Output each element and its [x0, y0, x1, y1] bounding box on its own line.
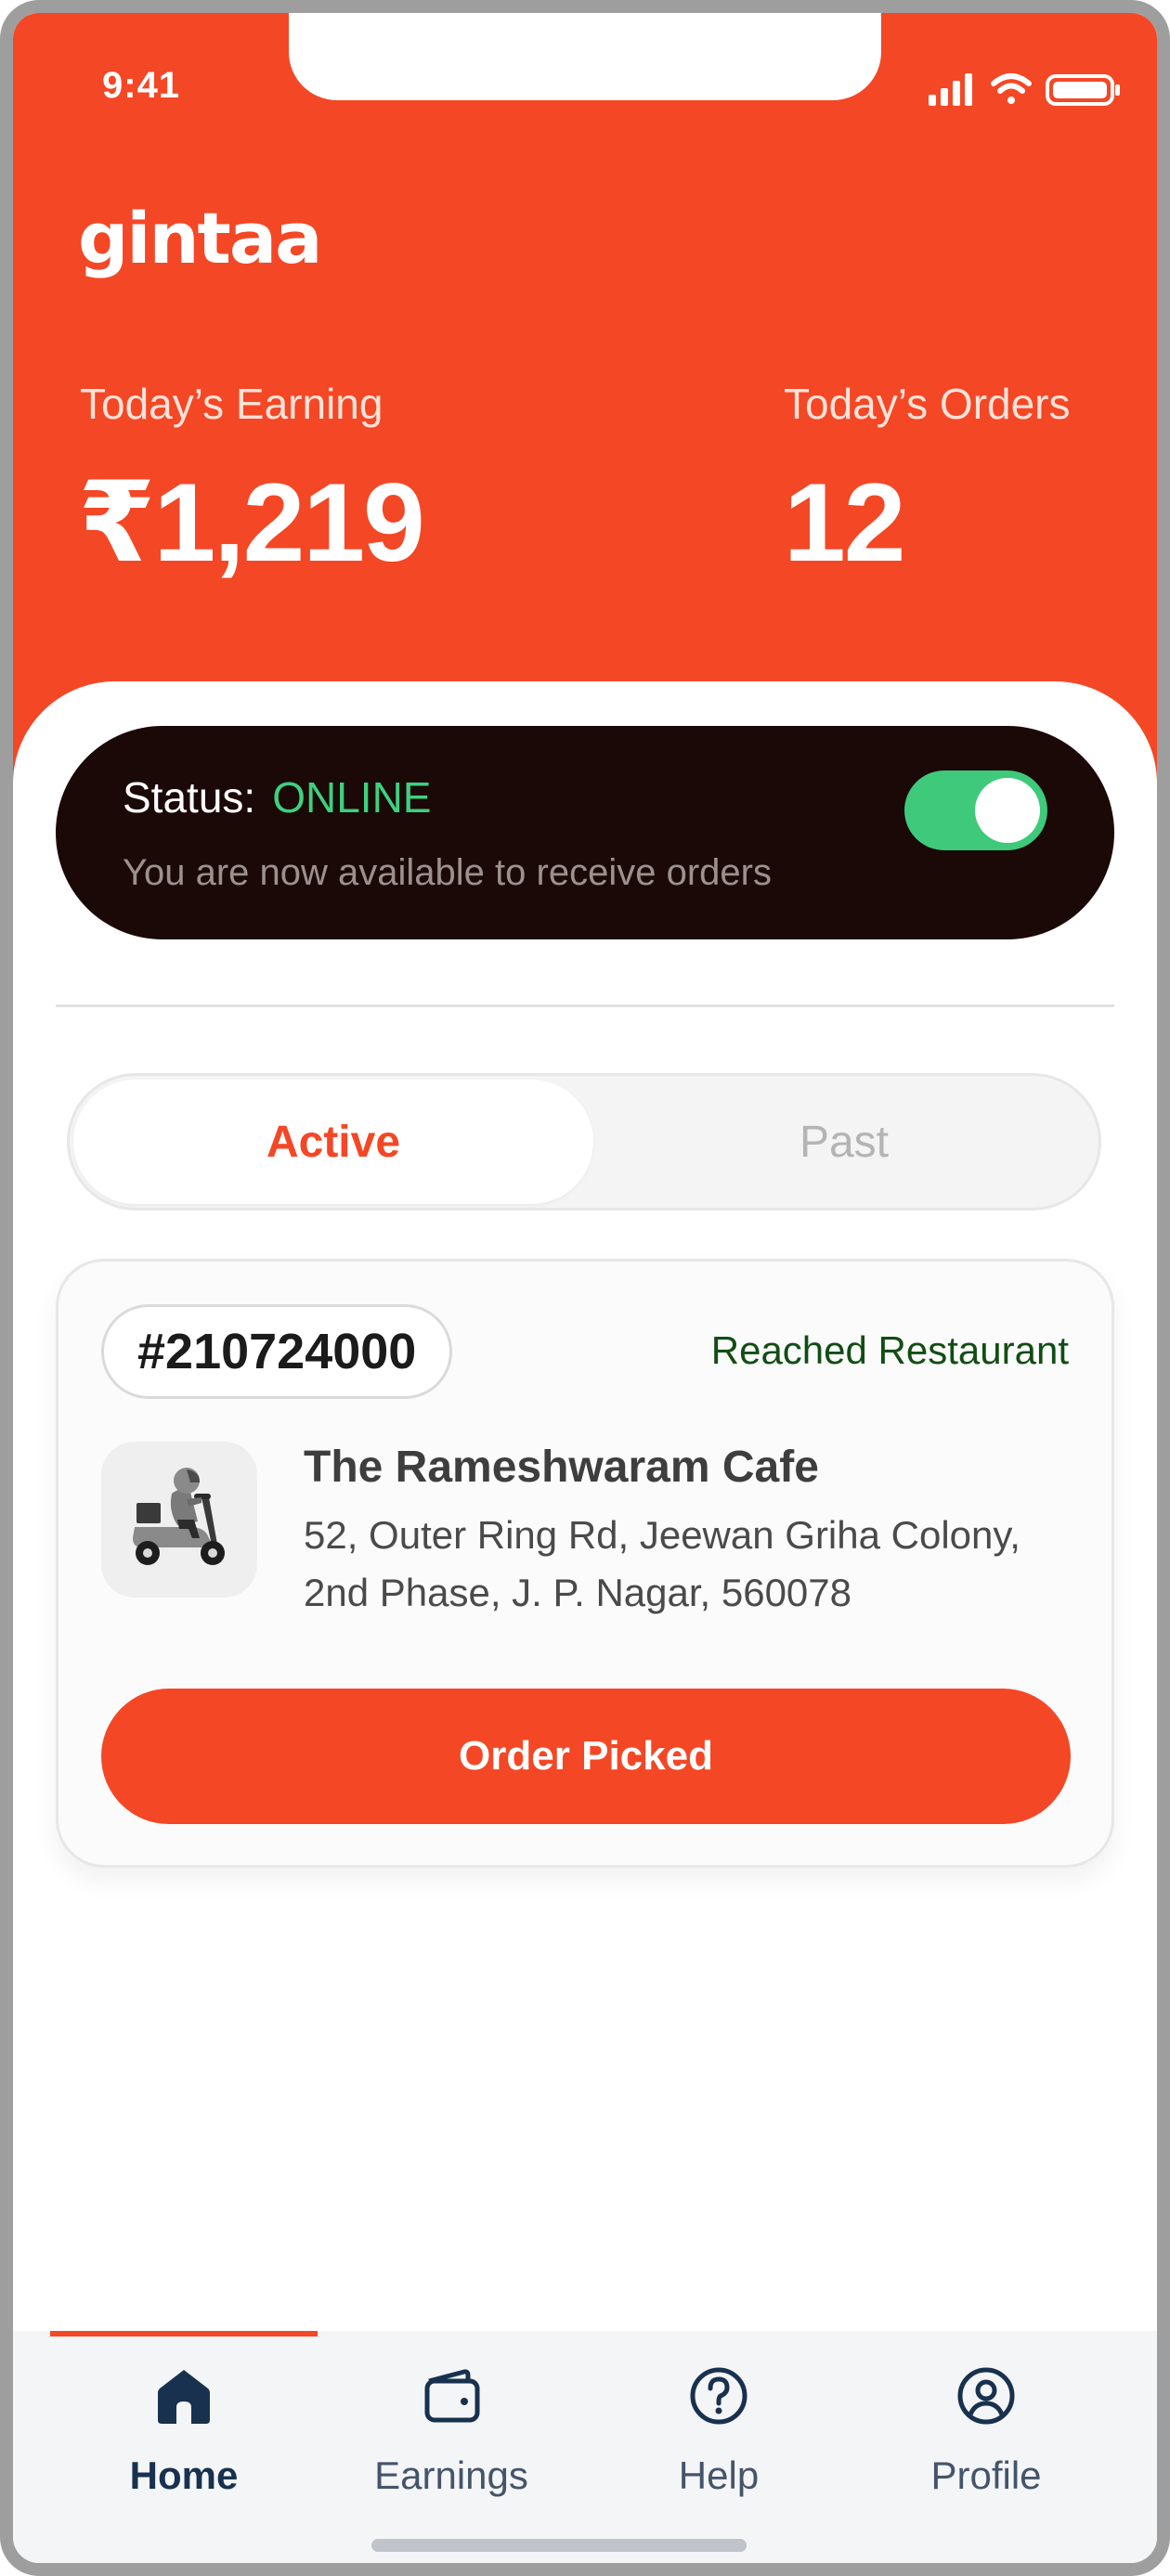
nav-item-help[interactable]: Help: [585, 2366, 852, 2524]
nav-label-help: Help: [678, 2453, 760, 2497]
scooter-rider-icon: [133, 1468, 225, 1565]
status-value: ONLINE: [272, 773, 432, 822]
help-icon: [690, 2367, 748, 2425]
brand-logo: gintaa: [78, 197, 322, 279]
nav-active-indicator: [50, 2331, 318, 2337]
device-notch: [289, 13, 881, 100]
order-picked-button[interactable]: Order Picked: [101, 1689, 1071, 1824]
nav-label-profile: Profile: [930, 2453, 1042, 2497]
home-indicator-bar[interactable]: [371, 2539, 747, 2552]
restaurant-address: 52, Outer Ring Rd, Jeewan Griha Colony, …: [304, 1513, 1020, 1614]
status-label: Status:: [123, 773, 256, 822]
bottom-navigation: Home Earnings Help Profile: [13, 2331, 1157, 2563]
profile-icon: [957, 2367, 1015, 2425]
todays-earning-value: ₹1,219: [78, 460, 425, 585]
todays-earning-label: Today’s Earning: [80, 380, 384, 428]
restaurant-name: The Rameshwaram Cafe: [304, 1443, 819, 1492]
nav-label-earnings: Earnings: [374, 2453, 528, 2497]
order-status-text: Reached Restaurant: [710, 1328, 1069, 1372]
todays-orders-value: 12: [784, 460, 905, 585]
status-subtitle: You are now available to receive orders: [123, 852, 772, 893]
wifi-icon: [991, 73, 1032, 104]
online-status-card: Status: ONLINE You are now available to r…: [56, 726, 1114, 939]
order-card[interactable]: #210724000 Reached Restaurant The Ramesh…: [56, 1259, 1114, 1868]
tab-past[interactable]: Past: [593, 1080, 1095, 1204]
status-line: Status: ONLINE: [123, 772, 431, 822]
nav-item-profile[interactable]: Profile: [852, 2366, 1120, 2524]
rider-thumbnail: [101, 1442, 257, 1598]
home-icon: [158, 2370, 210, 2424]
tab-active[interactable]: Active: [73, 1080, 593, 1204]
section-divider: [56, 1004, 1114, 1007]
nav-label-home: Home: [129, 2453, 239, 2497]
status-bar-time: 9:41: [102, 65, 181, 106]
todays-orders-label: Today’s Orders: [784, 380, 1071, 428]
order-id-badge: #210724000: [101, 1304, 453, 1399]
battery-icon: [1046, 74, 1120, 106]
online-toggle[interactable]: [904, 770, 1047, 850]
toggle-knob: [975, 778, 1040, 843]
phone-frame: 9:41 gintaa Today’s Earning ₹1,219 Today…: [0, 0, 1170, 2576]
status-bar-icons: [929, 73, 1120, 106]
cellular-signal-icon: [929, 73, 972, 106]
nav-item-home[interactable]: Home: [50, 2366, 318, 2524]
nav-item-earnings[interactable]: Earnings: [318, 2366, 585, 2524]
orders-tab-switcher: Active Past: [67, 1073, 1101, 1210]
wallet-icon: [424, 2369, 480, 2423]
